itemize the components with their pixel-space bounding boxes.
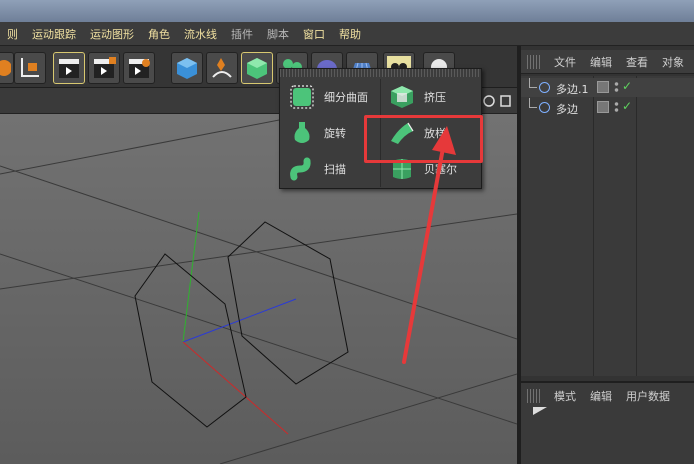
layer-tag-icon[interactable] xyxy=(597,101,609,113)
menu-item-subdivision-surface[interactable]: 细分曲面 xyxy=(282,82,378,112)
column-divider xyxy=(593,76,594,376)
menu-item-help[interactable]: 帮助 xyxy=(332,26,368,42)
menu-item-pipeline[interactable]: 流水线 xyxy=(177,26,224,42)
menu-item-window[interactable]: 窗口 xyxy=(296,26,332,42)
visibility-dots-icon[interactable] xyxy=(614,81,619,93)
layer-tag-icon[interactable] xyxy=(597,81,609,93)
visibility-dots-icon[interactable] xyxy=(614,101,619,113)
cube-icon xyxy=(177,58,197,79)
viewport-nav-icon[interactable] xyxy=(482,93,512,109)
pen-spline-icon xyxy=(212,58,232,78)
polygon-spline-icon xyxy=(539,102,550,113)
toolbar-button-render-view[interactable] xyxy=(53,52,85,84)
tree-line xyxy=(529,78,537,88)
tab-edit[interactable]: 编辑 xyxy=(583,54,619,70)
menu-item-motion-tracking[interactable]: 运动跟踪 xyxy=(25,26,83,42)
toolbar-button-coordinates[interactable] xyxy=(14,52,46,84)
menu-item-partial[interactable]: 则 xyxy=(0,26,25,42)
menu-item-label: 挤压 xyxy=(424,91,446,104)
y-axis-line xyxy=(182,211,200,343)
object-row[interactable]: 多边.1 ✓ xyxy=(521,78,694,97)
toolbar-button-pen[interactable] xyxy=(206,52,238,84)
panel-grip-icon[interactable] xyxy=(527,389,541,403)
window-title-bar xyxy=(0,0,694,22)
object-list: 多边.1 ✓ 多边 ✓ xyxy=(521,76,694,376)
object-name[interactable]: 多边.1 xyxy=(556,81,589,97)
enabled-check-icon[interactable]: ✓ xyxy=(622,79,632,93)
menu-item-label: 旋转 xyxy=(324,127,346,140)
lathe-icon xyxy=(294,122,310,143)
menu-item-label: 贝塞尔 xyxy=(424,163,457,176)
clapperboard-render-icon xyxy=(94,57,116,78)
object-name[interactable]: 多边 xyxy=(556,101,578,117)
sweep-icon xyxy=(290,157,311,181)
tree-line xyxy=(529,98,537,108)
object-row[interactable]: 多边 ✓ xyxy=(521,98,694,117)
extrude-icon xyxy=(391,86,413,108)
arrow-pointer-icon xyxy=(533,407,547,415)
subdivision-cube-icon xyxy=(247,58,267,79)
popup-drag-strip[interactable] xyxy=(280,69,481,77)
menu-item-label: 细分曲面 xyxy=(324,91,368,104)
clapperboard-icon xyxy=(59,59,79,78)
toolbar-button-cube[interactable] xyxy=(171,52,203,84)
object-manager-tabs: 文件 编辑 查看 对象 xyxy=(521,50,694,74)
object-manager-panel: 文件 编辑 查看 对象 多边.1 ✓ 多边 ✓ 模式 编辑 用户数据 xyxy=(521,46,694,464)
column-divider xyxy=(636,76,637,376)
panel-grip-icon[interactable] xyxy=(527,54,541,69)
enabled-check-icon[interactable]: ✓ xyxy=(622,99,632,113)
coordinate-axis-icon xyxy=(21,58,39,77)
attribute-manager-tabs: 模式 编辑 用户数据 xyxy=(521,385,694,407)
tab-file[interactable]: 文件 xyxy=(547,54,583,70)
tab-mode[interactable]: 模式 xyxy=(547,388,583,404)
tab-object[interactable]: 对象 xyxy=(655,54,691,70)
toolbar-button-render-settings[interactable] xyxy=(123,52,155,84)
toolbar-button-partial[interactable] xyxy=(0,52,14,84)
orange-circle-icon xyxy=(0,60,11,76)
menu-item-mograph[interactable]: 运动图形 xyxy=(83,26,141,42)
menu-item-label: 扫描 xyxy=(324,163,346,176)
toolbar-button-render-picture[interactable] xyxy=(88,52,120,84)
polygon-spline-icon xyxy=(539,82,550,93)
polygon-outline-2 xyxy=(227,221,349,385)
menu-item-plugins[interactable]: 插件 xyxy=(224,26,260,42)
attribute-manager-panel: 模式 编辑 用户数据 xyxy=(521,381,694,464)
menu-item-script[interactable]: 脚本 xyxy=(260,26,296,42)
tab-view[interactable]: 查看 xyxy=(619,54,655,70)
annotation-highlight-box xyxy=(364,115,483,163)
menu-item-character[interactable]: 角色 xyxy=(141,26,177,42)
subdivision-surface-icon xyxy=(290,85,314,109)
tab-attr-edit[interactable]: 编辑 xyxy=(583,388,619,404)
main-menu-bar: 则 运动跟踪 运动图形 角色 流水线 插件 脚本 窗口 帮助 xyxy=(0,22,694,46)
toolbar-button-generators[interactable] xyxy=(241,52,273,84)
tab-user-data[interactable]: 用户数据 xyxy=(619,388,677,404)
menu-item-extrude[interactable]: 挤压 xyxy=(382,82,478,112)
clapperboard-gear-icon xyxy=(129,59,150,78)
